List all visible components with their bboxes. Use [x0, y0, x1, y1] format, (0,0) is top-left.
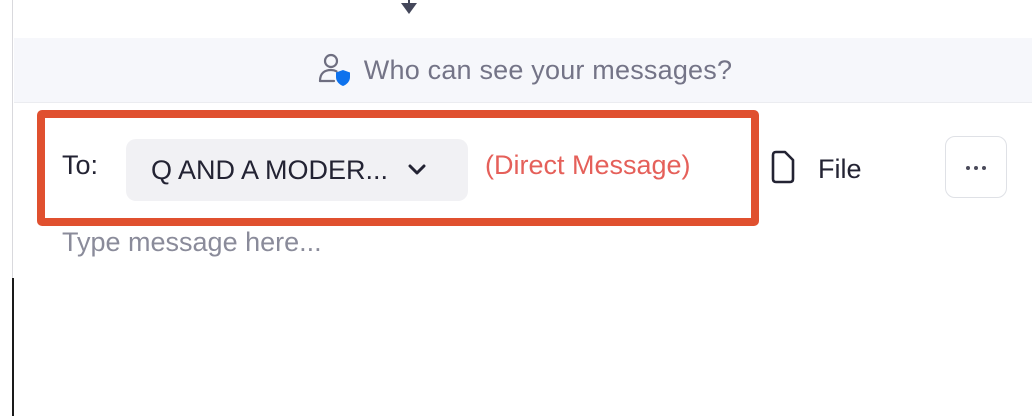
- panel-divider-dark: [12, 278, 14, 416]
- to-label: To:: [62, 150, 99, 180]
- privacy-text: Who can see your messages?: [363, 54, 733, 85]
- recipient-dropdown[interactable]: Q AND A MODER...: [126, 139, 468, 201]
- recipient-selected: Q AND A MODER...: [151, 154, 389, 185]
- chevron-down-icon: [406, 159, 428, 181]
- file-label: File: [818, 153, 862, 184]
- file-icon: [770, 149, 796, 190]
- message-input[interactable]: [62, 222, 1002, 382]
- chat-panel: Who can see your messages? To: Q AND A M…: [0, 0, 1032, 416]
- more-icon: [965, 158, 987, 176]
- pointer-arrow-icon: [401, 3, 417, 14]
- privacy-banner[interactable]: Who can see your messages?: [14, 38, 1032, 103]
- more-options-button[interactable]: [945, 136, 1007, 198]
- panel-divider: [12, 0, 13, 278]
- file-button[interactable]: File: [770, 140, 862, 198]
- person-shield-icon: [314, 50, 354, 90]
- direct-message-label: (Direct Message): [485, 150, 691, 180]
